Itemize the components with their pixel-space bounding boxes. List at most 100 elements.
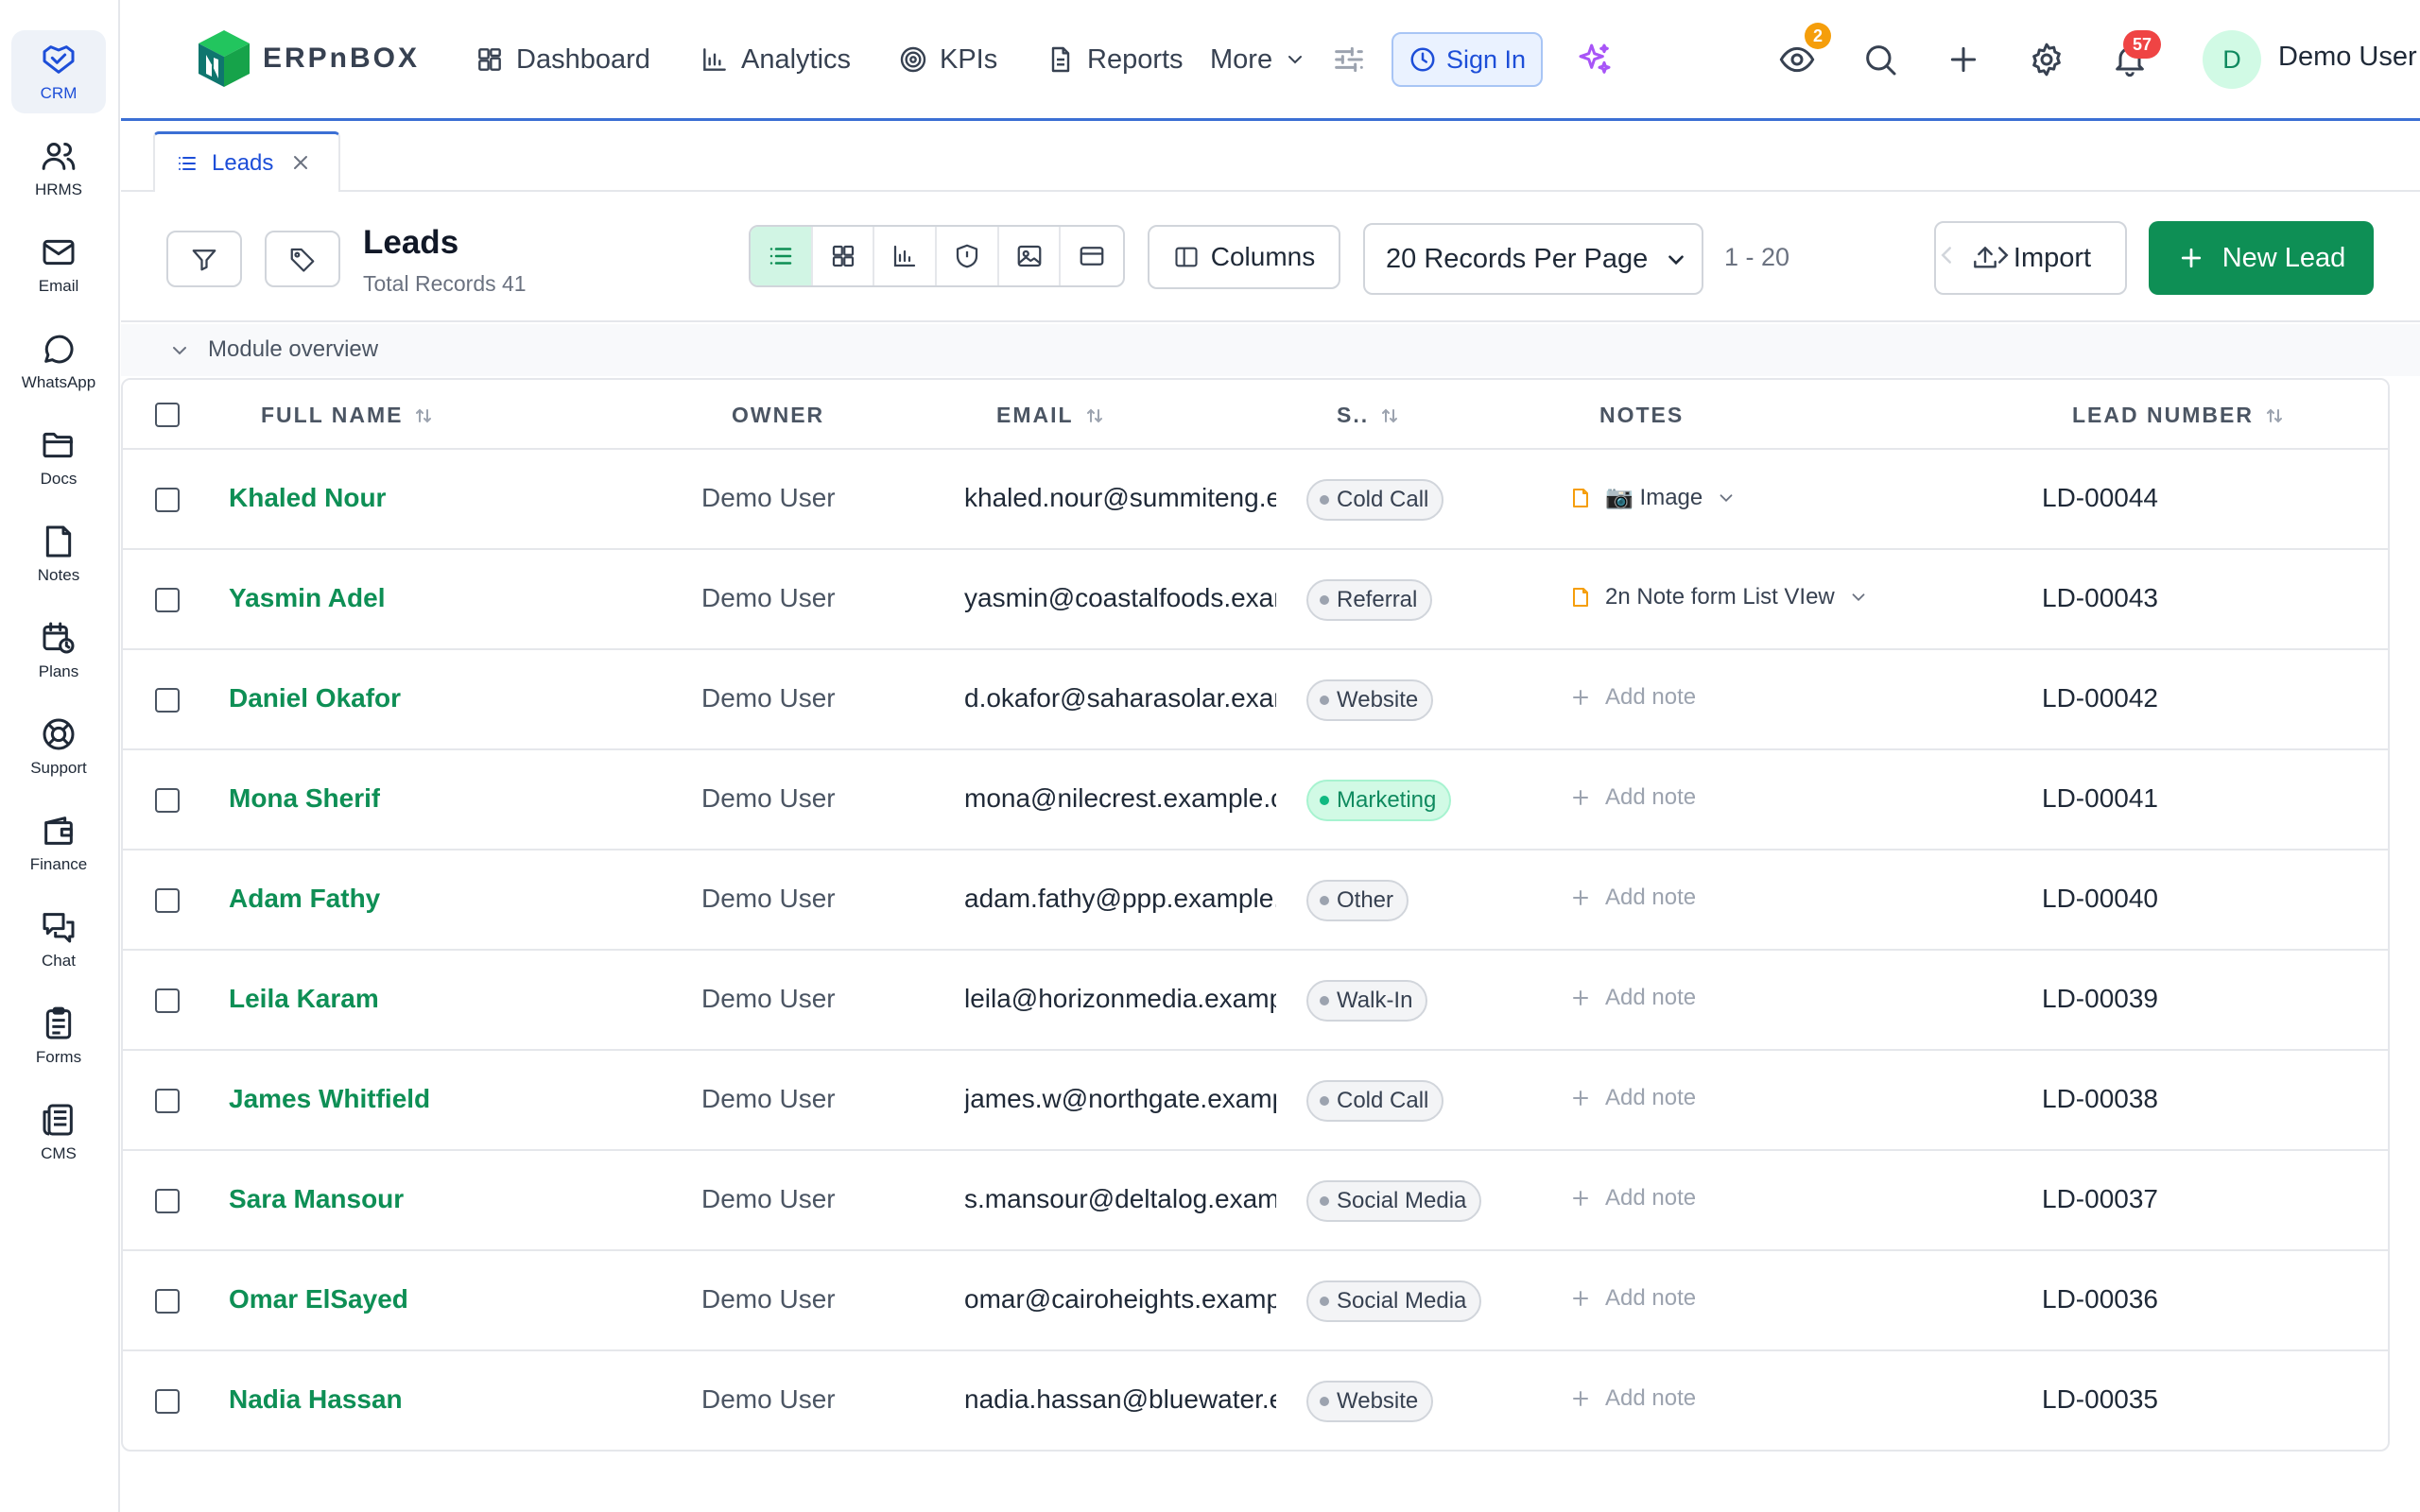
columns-button[interactable]: Columns (1148, 225, 1340, 289)
watch-count-badge: 2 (1805, 23, 1831, 49)
row-checkbox[interactable] (155, 688, 180, 713)
note-icon (1573, 588, 1588, 607)
note-preview[interactable]: 2n Note form List VIew (1569, 584, 1869, 610)
customize-nav-button[interactable] (1327, 38, 1371, 81)
table-row[interactable]: Daniel Okafor Demo User d.okafor@saharasol… (123, 650, 2388, 750)
header-email[interactable]: EMAIL (996, 403, 1106, 428)
chevron-down-icon[interactable] (1848, 587, 1869, 608)
chart-view-button[interactable] (874, 227, 938, 285)
table-row[interactable]: Sara Mansour Demo User s.mansour@deltalog.… (123, 1151, 2388, 1251)
nav-reports[interactable]: Reports (1046, 36, 1184, 83)
rail-item-support[interactable]: Support (11, 705, 106, 788)
records-per-page-select[interactable]: 20 Records Per Page (1363, 223, 1703, 295)
sign-in-button[interactable]: Sign In (1392, 32, 1543, 87)
table-row[interactable]: Omar ElSayed Demo User omar@cairoheights.e… (123, 1251, 2388, 1351)
rail-item-finance[interactable]: Finance (11, 801, 106, 885)
card-view-button[interactable] (1061, 227, 1123, 285)
row-checkbox[interactable] (155, 588, 180, 612)
rail-item-hrms[interactable]: HRMS (11, 127, 106, 210)
table-row[interactable]: Leila Karam Demo User leila@horizonmedia.e… (123, 951, 2388, 1051)
lead-name-link[interactable]: Omar ElSayed (229, 1284, 408, 1314)
table-row[interactable]: Nadia Hassan Demo User nadia.hassan@bluewa… (123, 1351, 2388, 1450)
ai-assistant-button[interactable] (1573, 38, 1616, 81)
kanban-view-button[interactable] (813, 227, 875, 285)
header-notes[interactable]: NOTES (1599, 403, 1684, 428)
add-note-button[interactable]: Add note (1569, 1285, 1696, 1312)
header-full-name[interactable]: FULL NAME (261, 403, 435, 428)
rail-item-email[interactable]: Email (11, 223, 106, 306)
add-note-button[interactable]: Add note (1569, 684, 1696, 711)
wallet-icon (44, 816, 73, 845)
rail-item-whatsapp[interactable]: WhatsApp (11, 319, 106, 403)
note-preview[interactable]: 📷 Image (1569, 484, 1737, 511)
rail-item-forms[interactable]: Forms (11, 994, 106, 1077)
nav-dashboard[interactable]: Dashboard (475, 36, 650, 83)
table-row[interactable]: Mona Sherif Demo User mona@nilecrest.examp… (123, 750, 2388, 850)
tags-button[interactable] (265, 231, 340, 287)
row-checkbox[interactable] (155, 888, 180, 913)
settings-button[interactable] (2025, 38, 2068, 81)
header-lead-number[interactable]: LEAD NUMBER (2072, 403, 2286, 428)
list-view-button[interactable] (751, 227, 813, 285)
add-note-button[interactable]: Add note (1569, 1385, 1696, 1412)
brand-logo[interactable]: ERPnBOX (195, 28, 420, 89)
lead-name-link[interactable]: Adam Fathy (229, 884, 380, 914)
row-checkbox[interactable] (155, 1289, 180, 1314)
import-button[interactable]: Import (1934, 221, 2127, 295)
module-overview-toggle[interactable]: Module overview (121, 324, 2420, 376)
row-checkbox[interactable] (155, 488, 180, 512)
rail-item-plans[interactable]: Plans (11, 609, 106, 692)
rail-label: CRM (40, 84, 78, 102)
gallery-view-button[interactable] (999, 227, 1062, 285)
source-text: Social Media (1337, 1288, 1467, 1314)
user-name[interactable]: Demo User (2278, 42, 2417, 73)
source-badge: Cold Call (1306, 1080, 1444, 1122)
add-note-button[interactable]: Add note (1569, 1085, 1696, 1111)
lead-name-link[interactable]: Leila Karam (229, 984, 379, 1014)
lead-name-link[interactable]: Khaled Nour (229, 483, 386, 513)
quick-add-button[interactable] (1942, 38, 1985, 81)
permissions-view-button[interactable] (937, 227, 999, 285)
row-checkbox[interactable] (155, 1389, 180, 1414)
rail-item-crm[interactable]: CRM (11, 30, 106, 113)
rail-label: HRMS (34, 180, 83, 198)
add-note-button[interactable]: Add note (1569, 1185, 1696, 1211)
chevron-down-icon[interactable] (1716, 488, 1737, 508)
rail-item-docs[interactable]: Docs (11, 416, 106, 499)
lead-name-link[interactable]: Mona Sherif (229, 783, 380, 814)
lead-name-link[interactable]: Sara Mansour (229, 1184, 404, 1214)
rail-item-cms[interactable]: CMS (11, 1091, 106, 1174)
header-source[interactable]: S.. (1337, 403, 1401, 428)
nav-more[interactable]: More (1210, 36, 1306, 83)
add-note-button[interactable]: Add note (1569, 985, 1696, 1011)
tab-leads[interactable]: Leads (153, 131, 340, 192)
new-lead-button[interactable]: New Lead (2149, 221, 2374, 295)
nav-kpis[interactable]: KPIs (898, 36, 997, 83)
row-checkbox[interactable] (155, 1089, 180, 1113)
filter-button[interactable] (166, 231, 242, 287)
avatar[interactable]: D (2203, 30, 2261, 89)
header-owner[interactable]: OWNER (732, 403, 824, 428)
lead-name-link[interactable]: Nadia Hassan (229, 1384, 403, 1415)
status-dot (1320, 1297, 1329, 1306)
lead-name-link[interactable]: James Whitfield (229, 1084, 430, 1114)
table-row[interactable]: Adam Fathy Demo User adam.fathy@ppp.exampl… (123, 850, 2388, 951)
row-checkbox[interactable] (155, 1189, 180, 1213)
search-button[interactable] (1858, 38, 1902, 81)
add-note-button[interactable]: Add note (1569, 784, 1696, 811)
row-checkbox[interactable] (155, 988, 180, 1013)
lead-name-link[interactable]: Yasmin Adel (229, 583, 385, 613)
add-note-button[interactable]: Add note (1569, 885, 1696, 911)
rail-item-chat[interactable]: Chat (11, 898, 106, 981)
table-row[interactable]: Khaled Nour Demo User khaled.nour@summiten… (123, 450, 2388, 550)
close-icon[interactable] (289, 151, 312, 174)
rail-item-notes[interactable]: Notes (11, 512, 106, 595)
nav-analytics[interactable]: Analytics (700, 36, 851, 83)
select-all-checkbox[interactable] (155, 403, 180, 427)
table-row[interactable]: Yasmin Adel Demo User yasmin@coastalfoods.… (123, 550, 2388, 650)
row-checkbox[interactable] (155, 788, 180, 813)
table-row[interactable]: James Whitfield Demo User james.w@northgat… (123, 1051, 2388, 1151)
header-label: OWNER (732, 403, 825, 427)
sign-in-label: Sign In (1445, 44, 1527, 74)
lead-name-link[interactable]: Daniel Okafor (229, 683, 401, 713)
